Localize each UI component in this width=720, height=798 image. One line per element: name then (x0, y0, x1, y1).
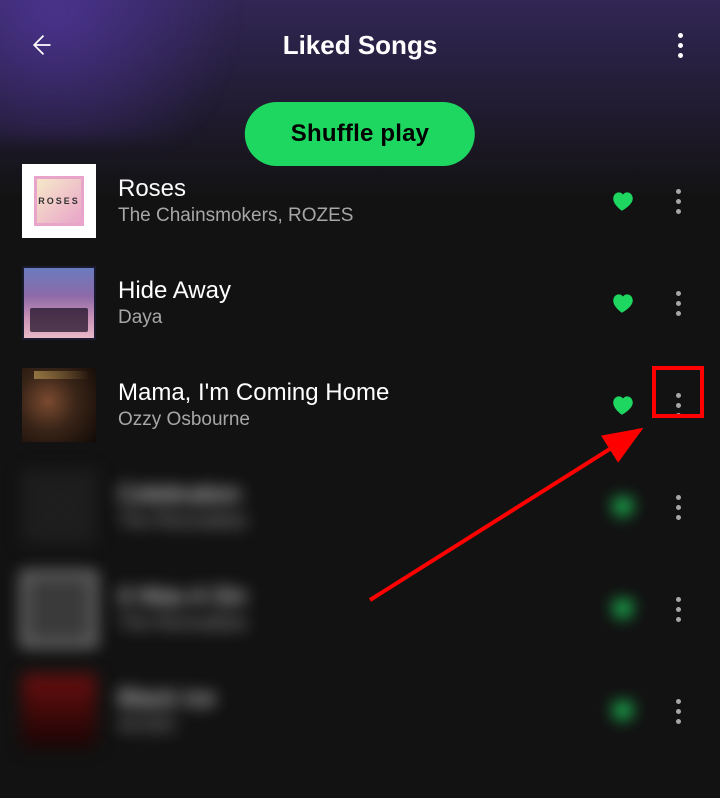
heart-icon (610, 290, 636, 316)
like-button[interactable] (608, 390, 638, 420)
album-art (22, 674, 96, 748)
album-art (22, 164, 96, 238)
like-button[interactable] (608, 492, 638, 522)
heart-icon (610, 494, 636, 520)
arrow-left-icon (26, 31, 54, 59)
like-button[interactable] (608, 186, 638, 216)
like-button[interactable] (608, 288, 638, 318)
song-title: Celebration (118, 481, 586, 509)
song-info: It Was A Sin The Revivalists (118, 583, 586, 635)
shuffle-play-button[interactable]: Shuffle play (245, 102, 475, 166)
song-more-button[interactable] (660, 591, 696, 627)
header: Liked Songs (0, 0, 720, 90)
song-title: Mama, I'm Coming Home (118, 379, 586, 407)
song-item[interactable]: Hide Away Daya (0, 252, 720, 354)
song-more-button[interactable] (660, 693, 696, 729)
song-title: Roses (118, 175, 586, 203)
song-artist: The Chainsmokers, ROZES (118, 205, 586, 227)
heart-icon (610, 596, 636, 622)
heart-icon (610, 188, 636, 214)
song-more-button[interactable] (660, 285, 696, 321)
album-art (22, 266, 96, 340)
song-artist: The Revivalists (118, 511, 586, 533)
song-info: Black Ice AC/DC (118, 685, 586, 737)
song-item[interactable]: It Was A Sin The Revivalists (0, 558, 720, 660)
like-button[interactable] (608, 696, 638, 726)
more-vertical-icon (676, 495, 681, 520)
song-info: Hide Away Daya (118, 277, 586, 329)
back-button[interactable] (20, 25, 60, 65)
more-vertical-icon (676, 597, 681, 622)
song-artist: AC/DC (118, 715, 586, 737)
song-info: Celebration The Revivalists (118, 481, 586, 533)
song-list: Roses The Chainsmokers, ROZES Hide Away … (0, 90, 720, 762)
heart-icon (610, 698, 636, 724)
song-info: Roses The Chainsmokers, ROZES (118, 175, 586, 227)
song-item[interactable]: Mama, I'm Coming Home Ozzy Osbourne (0, 354, 720, 456)
more-vertical-icon (676, 291, 681, 316)
song-title: It Was A Sin (118, 583, 586, 611)
song-title: Hide Away (118, 277, 586, 305)
heart-icon (610, 392, 636, 418)
header-more-button[interactable] (660, 25, 700, 65)
song-item[interactable]: Black Ice AC/DC (0, 660, 720, 762)
more-vertical-icon (678, 33, 683, 58)
album-art (22, 368, 96, 442)
song-item[interactable]: Celebration The Revivalists (0, 456, 720, 558)
more-vertical-icon (676, 393, 681, 418)
album-art (22, 572, 96, 646)
more-vertical-icon (676, 699, 681, 724)
song-info: Mama, I'm Coming Home Ozzy Osbourne (118, 379, 586, 431)
song-artist: Daya (118, 307, 586, 329)
song-artist: Ozzy Osbourne (118, 409, 586, 431)
like-button[interactable] (608, 594, 638, 624)
song-more-button[interactable] (660, 183, 696, 219)
album-art (22, 470, 96, 544)
song-more-button[interactable] (660, 387, 696, 423)
song-more-button[interactable] (660, 489, 696, 525)
page-title: Liked Songs (283, 30, 438, 61)
more-vertical-icon (676, 189, 681, 214)
song-artist: The Revivalists (118, 613, 586, 635)
song-title: Black Ice (118, 685, 586, 713)
